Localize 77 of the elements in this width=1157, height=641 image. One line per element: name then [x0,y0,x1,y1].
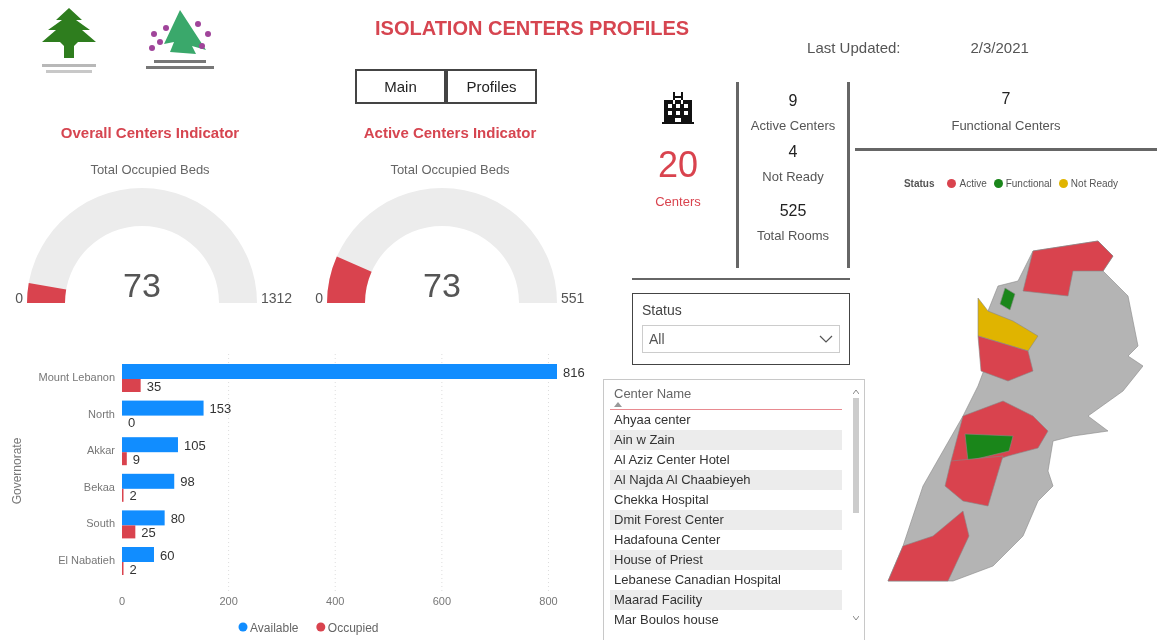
center-name-cell[interactable]: Ahyaa center [610,410,842,430]
nav-button[interactable]: Profiles [446,69,537,104]
last-updated-date: 2/3/2021 [970,38,1029,58]
data-label: 816 [563,364,585,380]
legend-marker [238,622,248,632]
scroll-down-icon[interactable] [853,616,859,620]
legend-label: Active [959,178,987,189]
data-label: 2 [129,488,137,504]
data-label: 35 [146,378,162,394]
kpi-value: 9 [788,92,798,110]
data-label: 153 [209,401,232,417]
kpi-value: 20 [658,144,699,186]
gauge-min-label: 0 [15,290,23,306]
category-label: Bekaa [83,480,115,493]
gauge-min-label: 0 [315,290,323,306]
kpi-label: Not Ready [762,169,824,184]
kpi-label: Centers [655,194,701,209]
last-updated-label: Last Updated: [807,38,901,58]
gauge-title: Active Centers Indicator [363,124,537,141]
center-name-cell[interactable]: Ain w Zain [610,430,842,450]
kpi-value: 4 [788,143,798,161]
data-label: 98 [180,474,195,490]
gauge-value: 73 [423,266,461,304]
legend-label: Available [250,620,299,635]
center-name-cell[interactable]: Chekka Hospital [610,490,842,510]
data-label: 2 [129,561,137,577]
data-label: 9 [132,451,141,467]
data-label: 80 [170,510,186,526]
kpi-label: Active Centers [750,118,836,133]
data-label: 0 [128,415,136,431]
center-name-cell[interactable]: House of Priest [610,550,842,570]
legend-title: Status [903,178,935,189]
nav-button[interactable]: Main [355,69,446,104]
data-label: 60 [160,547,175,563]
data-label: 25 [141,524,156,540]
kpi-value: 525 [779,202,807,220]
scroll-up-icon[interactable] [853,390,859,394]
axis-tick-label: 200 [219,595,238,607]
hospital-icon [661,90,695,124]
axis-tick-label: 400 [326,595,345,607]
center-name-cell[interactable]: Lebanese Canadian Hospital [610,570,842,590]
sort-ascending-icon[interactable] [614,402,622,407]
category-label: Akkar [86,444,115,457]
category-label: Mount Lebanon [38,371,115,383]
kpi-label: Total Rooms [756,228,830,243]
legend-label: Occupied [327,620,379,635]
kpi-value: 7 [1001,90,1011,108]
center-name-cell[interactable]: Al Najda Al Chaabieyeh [610,470,842,490]
gauge-subtitle: Total Occupied Beds [390,162,510,177]
axis-tick-label: 0 [118,595,126,607]
gauge-subtitle: Total Occupied Beds [90,162,210,177]
center-name-cell[interactable]: Hadafouna Center [610,530,842,550]
gauge-max-label: 551 [561,290,585,306]
column-header[interactable]: Center Name [614,386,838,401]
category-label: South [86,517,115,530]
legend-label: Not Ready [1070,178,1119,189]
center-name-cell[interactable]: Maarad Facility [610,590,842,610]
category-label: North [88,407,115,420]
chevron-down-icon [819,335,833,343]
axis-tick-label: 800 [539,595,558,607]
legend-marker [316,622,326,632]
dashboard-title: ISOLATION CENTERS PROFILES [375,16,690,40]
slicer-title: Status [642,302,682,318]
center-name-cell[interactable]: Dmit Forest Center [610,510,842,530]
center-name-cell[interactable]: Mar Boulos house [610,610,842,630]
gauge-title: Overall Centers Indicator [60,124,240,141]
legend-label: Functional [1005,178,1052,189]
axis-tick-label: 600 [432,595,452,607]
scrollbar-thumb[interactable] [853,398,859,513]
data-label: 105 [183,437,206,453]
status-dropdown[interactable]: All [642,325,840,353]
category-label: El Nabatieh [58,554,115,566]
kpi-label: Functional Centers [951,118,1061,133]
gauge-max-label: 1312 [261,290,293,306]
center-name-cell[interactable]: Al Aziz Center Hotel [610,450,842,470]
gauge-value: 73 [123,266,161,304]
axis-title: Governorate [10,437,24,505]
